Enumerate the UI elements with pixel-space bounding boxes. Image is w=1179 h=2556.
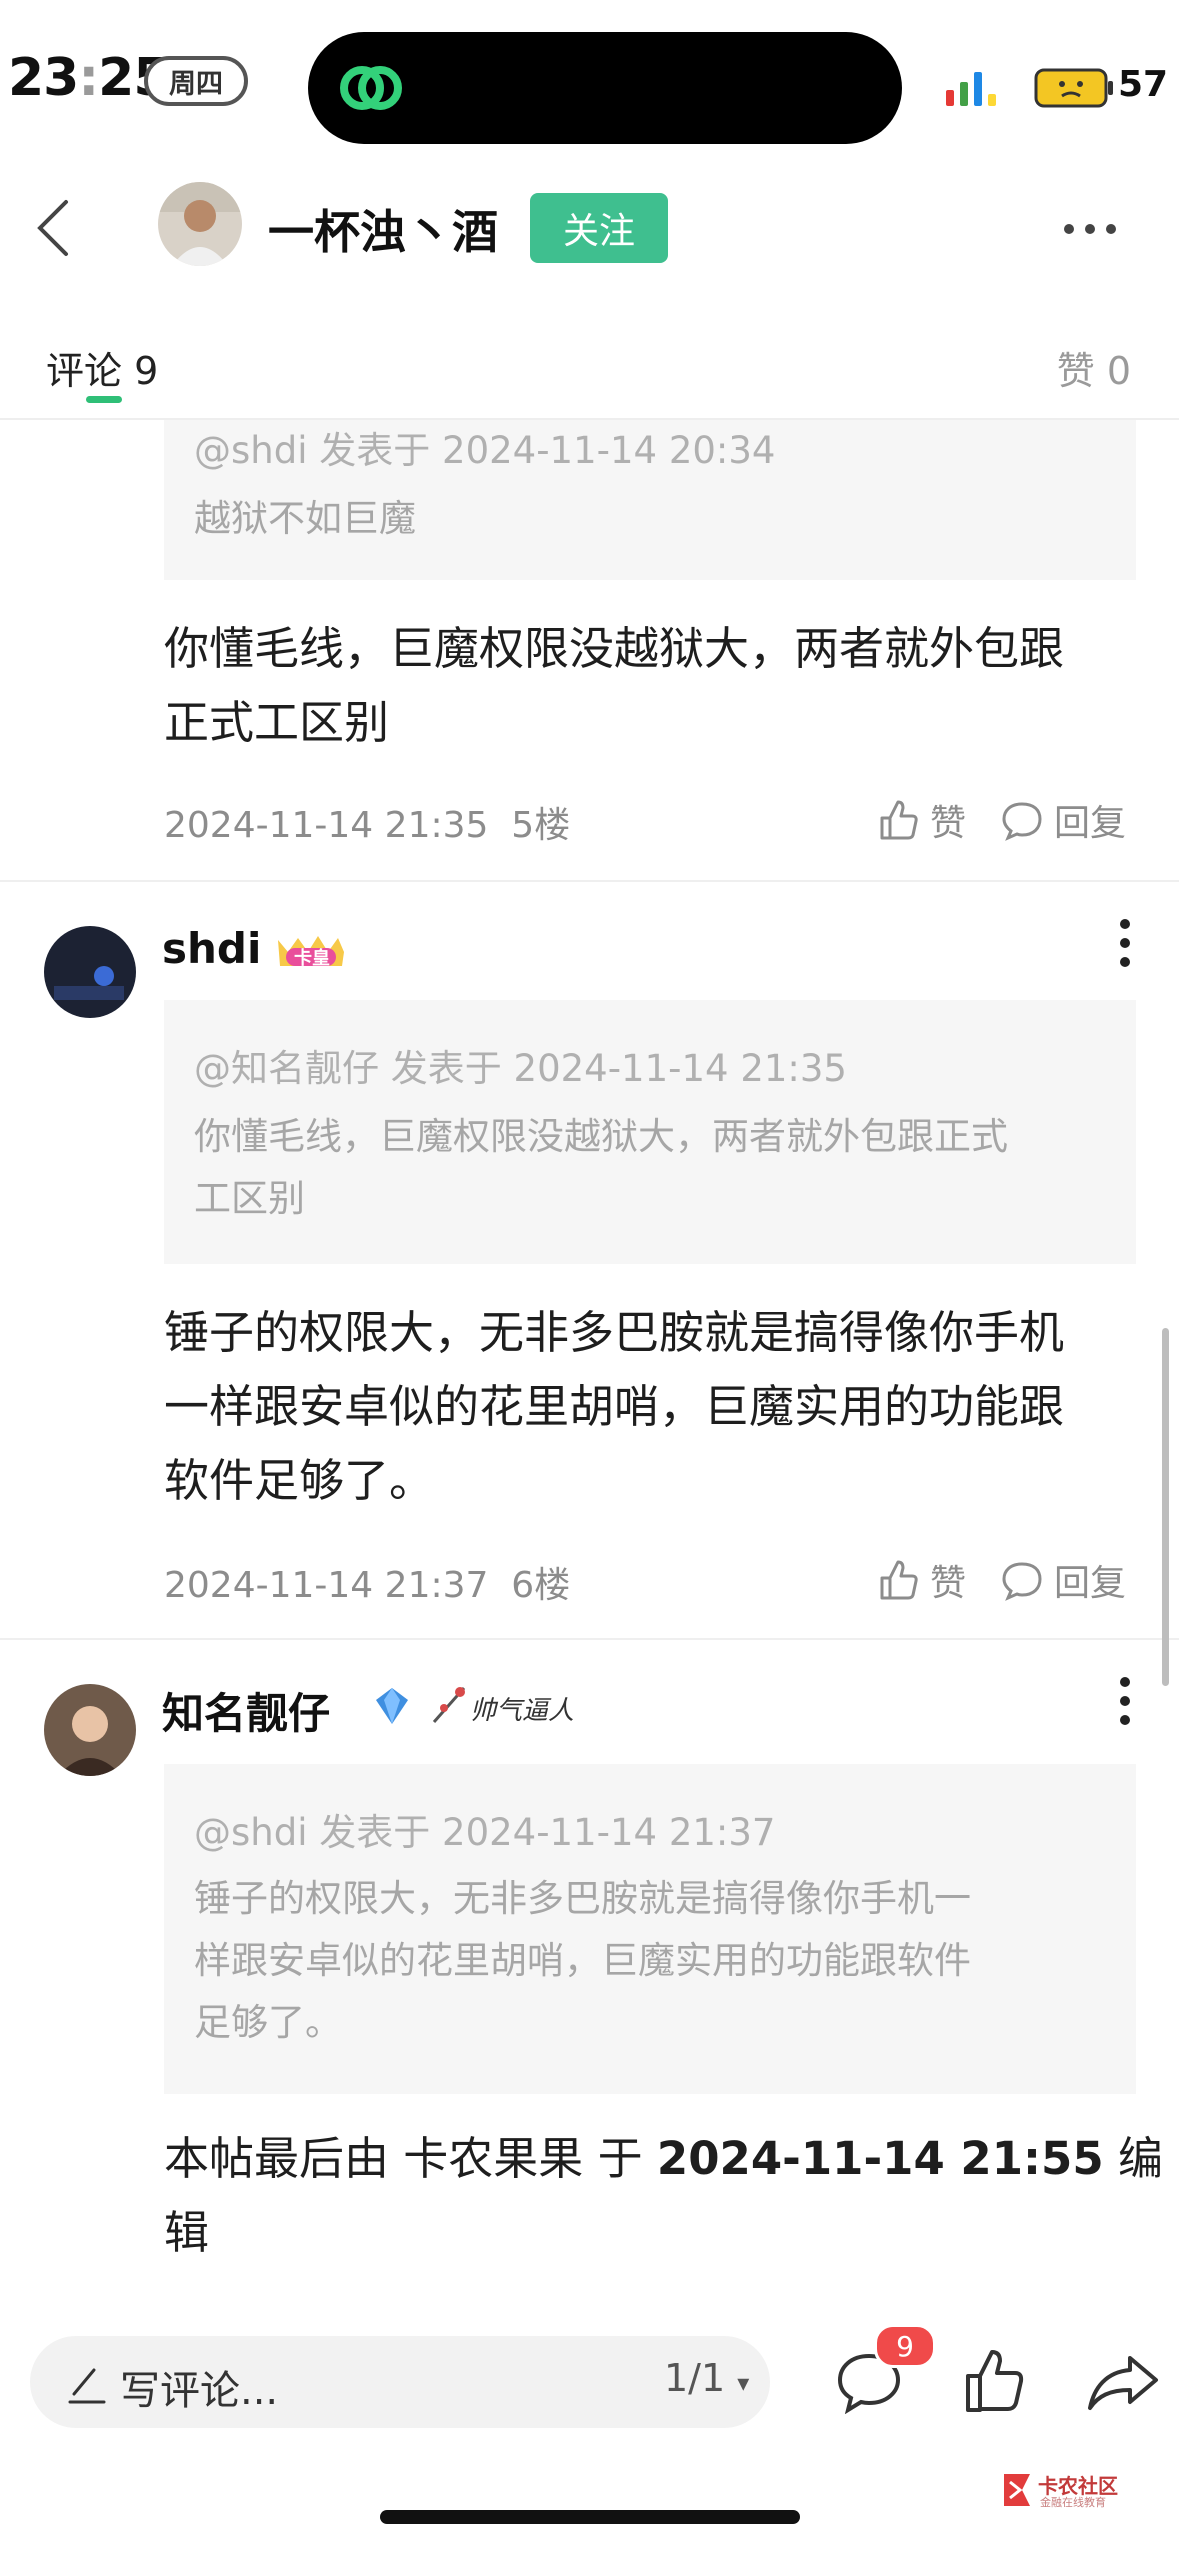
watermark-logo: 卡农社区 金融在线教育 — [1000, 2468, 1170, 2514]
blossom-icon — [432, 1687, 466, 1723]
quote-header: @知名靓仔 发表于 2024-11-14 21:35 — [194, 1047, 847, 1090]
comment-bubble-icon — [1002, 802, 1042, 841]
comment-body: 本帖最后由 卡农果果 于 2024-11-14 21:55 编 辑 — [164, 2132, 1163, 2259]
quote-text: 你懂毛线，巨魔权限没越狱大，两者就外包跟正式 工区别 — [194, 1115, 1008, 1220]
signal-icon — [946, 72, 996, 106]
comment-body: 你懂毛线，巨魔权限没越狱大，两者就外包跟 正式工区别 — [164, 622, 1065, 749]
share-icon[interactable] — [1086, 2352, 1160, 2412]
comment-body: 锤子的权限大，无非多巴胺就是搞得像你手机 一样跟安卓似的花里胡哨，巨魔实用的功能跟… — [164, 1306, 1065, 1507]
thumbs-up-icon — [880, 1560, 918, 1600]
comment-count-badge: 9 — [874, 2324, 936, 2368]
comment-more-icon[interactable] — [1118, 1676, 1132, 1726]
diamond-badge-icon — [376, 1688, 408, 1724]
tab-active-indicator — [86, 396, 122, 403]
tab-likes[interactable]: 赞 0 — [1057, 340, 1131, 395]
comment-meta: 2024-11-14 21:37 6楼 — [164, 1565, 571, 1606]
battery-level: 57 — [1118, 64, 1169, 105]
title-badge: 帅气逼人 — [430, 1680, 590, 1730]
page-selector[interactable]: 1/1 ▾ — [664, 2356, 749, 2400]
author-avatar[interactable] — [158, 182, 242, 266]
thumbs-up-icon[interactable] — [960, 2346, 1030, 2416]
chevron-down-icon: ▾ — [737, 2369, 750, 2397]
home-indicator — [380, 2510, 800, 2524]
back-icon[interactable] — [30, 196, 80, 260]
comment-divider — [0, 880, 1179, 882]
comment-username[interactable]: 知名靓仔 — [162, 1680, 330, 1741]
more-options-icon[interactable] — [1062, 222, 1118, 236]
quote-header: @shdi 发表于 2024-11-14 21:37 — [194, 1811, 776, 1854]
user-badge: 卡皇 — [272, 930, 350, 970]
tab-comments[interactable]: 评论 9 — [46, 340, 158, 395]
author-name[interactable]: 一杯浊丶酒 — [268, 196, 498, 262]
status-weekday: 周四 — [144, 56, 248, 106]
quote-header: @shdi 发表于 2024-11-14 20:34 — [194, 429, 776, 472]
user-avatar[interactable] — [44, 926, 136, 1018]
comment-divider — [0, 1638, 1179, 1640]
comment-meta: 2024-11-14 21:35 5楼 — [164, 805, 571, 846]
comment-username[interactable]: shdi — [162, 924, 261, 973]
kanong-logo-icon — [1004, 2474, 1030, 2506]
thumbs-up-icon — [880, 800, 918, 840]
scrollbar[interactable] — [1162, 1328, 1169, 1686]
comment-more-icon[interactable] — [1118, 918, 1132, 968]
user-avatar[interactable] — [44, 1684, 136, 1776]
reply-button[interactable]: 回复 — [1000, 1554, 1126, 1606]
pencil-icon — [68, 2368, 106, 2404]
like-button[interactable]: 赞 — [876, 794, 966, 846]
follow-button[interactable]: 关注 — [530, 193, 668, 263]
reply-button[interactable]: 回复 — [1000, 794, 1126, 846]
quote-text: 锤子的权限大，无非多巴胺就是搞得像你手机一 样跟安卓似的花里胡哨，巨魔实用的功能跟… — [194, 1877, 971, 2044]
comment-bubble-icon — [1002, 1562, 1042, 1601]
like-button[interactable]: 赞 — [876, 1554, 966, 1606]
quote-text: 越狱不如巨魔 — [194, 497, 416, 540]
comment-input-placeholder[interactable]: 写评论... — [120, 2358, 278, 2416]
battery-icon — [1034, 68, 1113, 108]
link-app-icon — [340, 66, 402, 110]
